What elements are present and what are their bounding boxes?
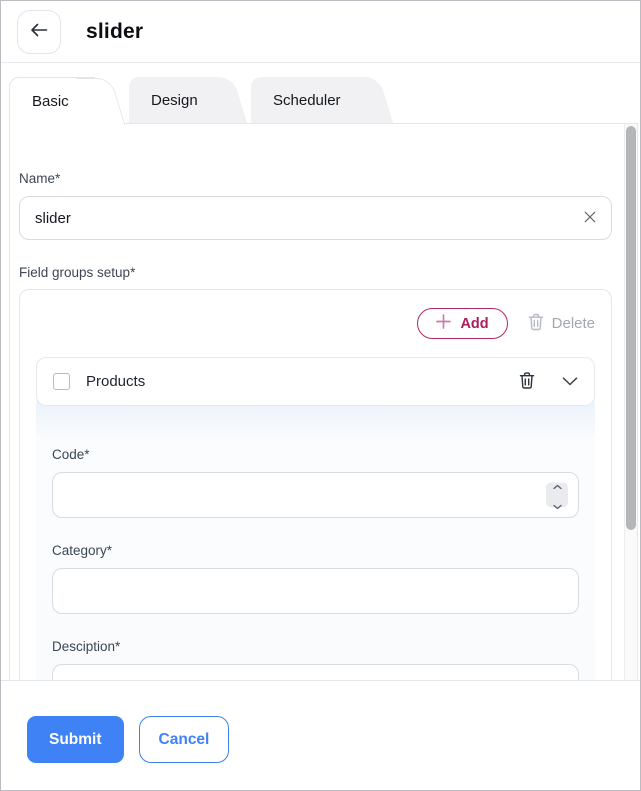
footer-actions: Submit Cancel [1,680,640,790]
trash-icon [519,371,535,393]
header: slider [1,1,640,63]
add-button-label: Add [460,316,488,332]
tab-bar: Basic Design Scheduler [1,63,640,123]
desciption-label: Desciption* [52,639,579,654]
plus-icon [436,314,451,333]
category-field-group: Category* [52,543,579,614]
form-scroll-area: Name* Field groups setup* [10,124,637,680]
chevron-down-icon [562,374,578,389]
chevron-down-small-icon [553,496,562,514]
tab-basic-label: Basic [32,93,69,110]
back-button[interactable] [17,10,61,54]
group-toolbar: Add Delete [36,308,595,339]
cancel-button[interactable]: Cancel [139,716,230,763]
tab-design-label: Design [151,92,198,109]
category-input[interactable] [52,568,579,614]
desciption-field-group: Desciption* [52,639,579,680]
products-collapse-button[interactable] [562,374,578,389]
code-label: Code* [52,447,579,462]
tab-scheduler-label: Scheduler [273,92,341,109]
app-window: slider Basic Design Scheduler Name* [0,0,641,791]
number-stepper[interactable] [546,483,568,508]
code-input[interactable] [52,472,579,518]
products-accordion-body: Code* [36,394,595,680]
desciption-input[interactable] [52,664,579,680]
scrollbar-track[interactable] [624,124,637,680]
clear-x-icon [584,211,596,226]
delete-group-button[interactable]: Delete [528,313,595,335]
submit-button[interactable]: Submit [27,716,124,763]
name-field-group: Name* [19,171,612,240]
category-label: Category* [52,543,579,558]
clear-name-button[interactable] [580,208,600,228]
tab-content-panel: Name* Field groups setup* [9,123,638,681]
products-title: Products [86,373,519,390]
page-title: slider [86,20,143,44]
tab-design[interactable]: Design [129,77,217,123]
field-groups-label: Field groups setup* [19,265,612,280]
scrollbar-thumb[interactable] [626,126,636,530]
chevron-up-icon [553,476,562,494]
products-accordion: Products [36,357,595,680]
tab-scheduler[interactable]: Scheduler [251,77,363,123]
tab-basic[interactable]: Basic [9,77,95,124]
name-input[interactable] [19,196,612,240]
products-checkbox[interactable] [53,373,70,390]
trash-icon-muted [528,313,544,335]
products-accordion-header[interactable]: Products [36,357,595,406]
field-groups-box: Add Delete [19,289,612,680]
delete-button-label: Delete [552,315,595,332]
add-group-button[interactable]: Add [417,308,507,339]
code-field-group: Code* [52,447,579,518]
products-delete-button[interactable] [519,371,535,393]
back-arrow-icon [30,23,48,40]
name-label: Name* [19,171,612,186]
